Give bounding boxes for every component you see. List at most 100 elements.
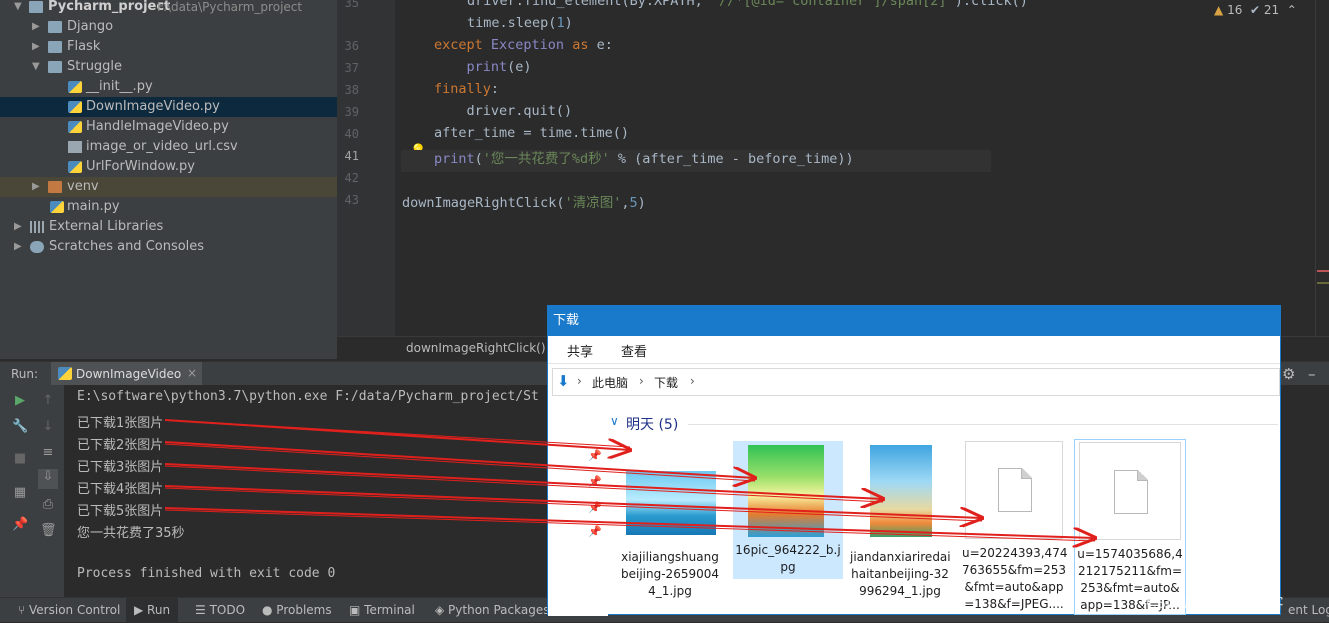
python-file-icon xyxy=(68,81,82,93)
inspection-widget[interactable]: ▲ 16 ✔ 21 ⌃ xyxy=(1214,3,1297,17)
tree-item-struggle[interactable]: ▼ Struggle xyxy=(0,57,337,77)
line-number: 40 xyxy=(344,127,359,141)
run-toolbar: ▶ ↑ 🔧 ↓ ■ ≡ ⇩ ▦ ⎙ 📌 🗑 xyxy=(0,385,64,597)
chevron-down-icon[interactable]: ∨ xyxy=(610,414,619,428)
pin-icon[interactable]: 📌 xyxy=(588,475,602,488)
close-icon[interactable]: × xyxy=(187,366,197,380)
todo-tab[interactable]: ☰ TODO xyxy=(195,603,245,617)
folder-icon xyxy=(48,61,62,73)
ribbon-tab-share[interactable]: 共享 xyxy=(567,341,593,360)
path-segment[interactable]: 此电脑 xyxy=(592,374,628,391)
image-thumbnail xyxy=(626,471,716,535)
warning-icon: ▲ xyxy=(1214,3,1224,17)
console-line: 已下载4张图片 xyxy=(77,482,164,497)
tree-item-label: venv xyxy=(67,179,99,194)
code-line: downImageRightClick('清凉图',5) xyxy=(402,195,646,211)
tree-item-venv[interactable]: ▶ venv xyxy=(0,177,337,197)
event-log-tab[interactable]: ent Log xyxy=(1288,603,1329,617)
scroll-to-end-icon[interactable]: ⇩ xyxy=(38,469,58,489)
console-line: 已下载2张图片 xyxy=(77,438,164,453)
tree-item-main[interactable]: main.py xyxy=(0,197,337,217)
file-name: jiandanxiariredai haitanbeijing-32 996294_… xyxy=(850,550,951,598)
python-file-icon xyxy=(68,101,82,113)
run-tool-tab[interactable]: ▶ Run xyxy=(126,598,179,623)
chevron-up-icon[interactable]: ⌃ xyxy=(1287,3,1297,17)
explorer-ribbon: 共享 查看 xyxy=(548,336,1280,364)
line-number: 41 xyxy=(344,149,359,163)
code-line: finally: xyxy=(434,81,500,97)
breadcrumb-item[interactable]: downImageRightClick() xyxy=(406,341,546,355)
python-file-icon xyxy=(68,161,82,173)
layout-icon[interactable]: ▦ xyxy=(12,485,28,501)
tree-item-django[interactable]: ▶ Django xyxy=(0,17,337,37)
print-icon[interactable]: ⎙ xyxy=(40,497,56,513)
tree-item-scratches[interactable]: ▶ Scratches and Consoles xyxy=(0,237,337,257)
tree-item-handleimagevideo[interactable]: HandleImageVideo.py xyxy=(0,117,337,137)
problems-tab[interactable]: ● Problems xyxy=(262,603,332,617)
file-item[interactable]: xiajiliangshuang beijing-2659004 4_1.jpg xyxy=(620,441,720,598)
tree-root[interactable]: ▼ Pycharm_project F:\data\Pycharm_projec… xyxy=(0,0,337,17)
code-line: print('您一共花费了%d秒' % (after_time - before… xyxy=(434,151,854,167)
tree-item-csv[interactable]: image_or_video_url.csv xyxy=(0,137,337,157)
pin-icon[interactable]: 📌 xyxy=(588,501,602,514)
file-item[interactable]: jiandanxiariredai haitanbeijing-32 996294_… xyxy=(850,441,951,598)
code-line: driver.quit() xyxy=(434,103,573,119)
editor-scrollbar[interactable] xyxy=(1315,0,1329,336)
folder-icon xyxy=(48,181,62,193)
stop-icon[interactable]: ■ xyxy=(12,451,28,467)
path-segment[interactable]: 下载 xyxy=(654,374,678,391)
tree-root-path: F:\data\Pycharm_project xyxy=(157,0,303,14)
arrow-up-icon[interactable]: ↑ xyxy=(40,393,56,409)
line-number: 43 xyxy=(344,193,359,207)
ribbon-tab-view[interactable]: 查看 xyxy=(621,341,647,360)
tree-item-label: main.py xyxy=(67,199,120,214)
address-bar[interactable]: ⬇ › 此电脑 › 下载 › xyxy=(552,368,1280,396)
tree-item-urlforwindow[interactable]: UrlForWindow.py xyxy=(0,157,337,177)
tree-item-external-libraries[interactable]: ▶ External Libraries xyxy=(0,217,337,237)
chevron-right-icon: › xyxy=(690,374,695,388)
pin-icon[interactable]: 📌 xyxy=(12,517,28,533)
tree-item-flask[interactable]: ▶ Flask xyxy=(0,37,337,57)
tree-item-label: __init__.py xyxy=(86,79,153,94)
code-line: except Exception as e: xyxy=(434,37,613,53)
pin-icon[interactable]: 📌 xyxy=(588,449,602,462)
pin-icon[interactable]: 📌 xyxy=(588,525,602,538)
python-packages-tab[interactable]: ◈ Python Packages xyxy=(435,603,549,617)
run-tab[interactable]: DownImageVideo × xyxy=(51,362,202,386)
python-file-icon xyxy=(68,121,82,133)
line-number: 42 xyxy=(344,171,359,185)
console-line: 已下载1张图片 xyxy=(77,416,164,431)
file-item-selected[interactable]: 16pic_964222_b.j pg xyxy=(733,441,843,579)
file-item[interactable]: u=20224393,474 763655&fm=253 &fmt=auto&app… xyxy=(962,441,1067,613)
folder-icon xyxy=(48,41,62,53)
python-icon xyxy=(58,367,72,380)
tree-item-downimagevideo[interactable]: DownImageVideo.py xyxy=(0,97,337,117)
arrow-down-icon[interactable]: ↓ xyxy=(40,419,56,435)
console-line: 已下载5张图片 xyxy=(77,504,164,519)
minimize-icon[interactable]: – xyxy=(1308,365,1316,383)
run-tab-label: DownImageVideo xyxy=(76,367,182,381)
library-icon xyxy=(30,221,44,233)
terminal-tab[interactable]: ▣ Terminal xyxy=(349,603,415,617)
file-item[interactable]: u=1574035686,4 212175211&fm= 253&fmt=auto&… xyxy=(1074,439,1186,615)
console-line: 您一共花费了35秒 xyxy=(77,526,185,541)
warning-count: 16 xyxy=(1227,3,1243,17)
gear-icon[interactable]: ⚙ xyxy=(1282,365,1295,383)
wrench-icon[interactable]: 🔧 xyxy=(12,419,28,435)
rerun-icon[interactable]: ▶ xyxy=(12,393,28,409)
tree-item-label: Struggle xyxy=(67,59,123,74)
tree-item-init[interactable]: __init__.py xyxy=(0,77,337,97)
trash-icon[interactable]: 🗑 xyxy=(40,523,57,539)
group-header[interactable]: 明天 (5) xyxy=(626,414,678,434)
watermark: CSDN @江云的博客 xyxy=(1146,594,1284,612)
soft-wrap-icon[interactable]: ≡ xyxy=(40,445,56,461)
file-icon xyxy=(998,468,1032,512)
chevron-right-icon: › xyxy=(639,374,644,388)
version-control-tab[interactable]: ⑂ Version Control xyxy=(18,603,120,617)
file-name: xiajiliangshuang beijing-2659004 4_1.jpg xyxy=(621,550,719,598)
code-line: after_time = time.time() xyxy=(434,125,630,141)
explorer-title[interactable]: 下载 xyxy=(548,306,1280,336)
navigation-pane: 📌 📌 📌 📌 xyxy=(548,401,608,616)
image-thumbnail xyxy=(870,445,932,537)
tree-item-label: Django xyxy=(67,19,114,34)
